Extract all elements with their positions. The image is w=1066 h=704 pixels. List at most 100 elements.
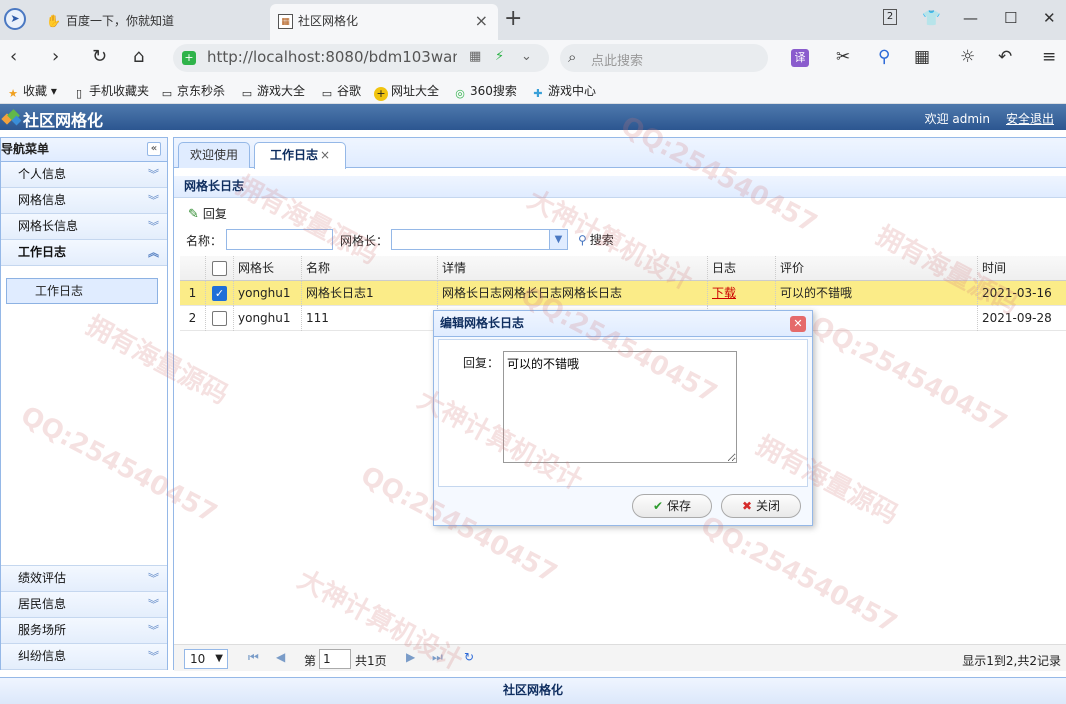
sites-icon: +	[374, 87, 388, 101]
bookmark-mobile[interactable]: ▯ 手机收藏夹	[72, 82, 149, 101]
row-checkbox[interactable]	[212, 311, 227, 326]
reply-label: 回复	[202, 207, 227, 221]
sidebar-subitem-work-log[interactable]: 工作日志	[6, 278, 158, 304]
close-label: 关闭	[756, 499, 781, 513]
qr-code-icon[interactable]: ▦	[469, 49, 481, 64]
chevron-down-icon[interactable]: ⌄	[521, 49, 532, 64]
bookmark-360[interactable]: ◎ 360搜索	[453, 82, 517, 101]
maximize-window-icon[interactable]: ☐	[1004, 8, 1017, 28]
table-row[interactable]: 1 ✓ yonghu1 网格长日志1 网格长日志网格长日志网格长日志 下载 可以…	[180, 281, 1066, 306]
close-tab-icon[interactable]: ×	[475, 4, 488, 38]
sidebar-item-venues[interactable]: 服务场所 ︾	[1, 618, 167, 644]
reply-textarea[interactable]	[503, 351, 737, 463]
page-icon: ▭	[241, 87, 253, 100]
grid-header-row: 网格长 名称 详情 日志 评价 时间	[180, 256, 1066, 281]
column-header[interactable]: 名称	[302, 256, 438, 281]
refresh-icon[interactable]: ↻	[92, 47, 107, 67]
reply-button[interactable]: ✎ 回复	[188, 205, 227, 222]
leader-filter-select[interactable]: ▼	[391, 229, 568, 250]
save-button[interactable]: ✔ 保存	[632, 494, 712, 518]
forward-icon[interactable]: ›	[52, 47, 59, 67]
close-tab-icon[interactable]: ×	[320, 148, 330, 162]
undo-icon[interactable]: ↶	[998, 47, 1012, 67]
search-button[interactable]: ⚲ 搜索	[578, 231, 614, 248]
shirt-skin-icon[interactable]: 👕	[922, 8, 941, 28]
sidebar-item-grid-leader[interactable]: 网格长信息 ︾	[1, 214, 167, 240]
page-size-select[interactable]: 10 ▼	[184, 649, 228, 669]
home-icon[interactable]: ⌂	[133, 47, 144, 67]
chevron-down-icon: ︾	[148, 624, 159, 637]
lightning-icon[interactable]: ⚡	[495, 49, 504, 64]
menu-icon[interactable]: ≡	[1042, 47, 1056, 67]
url-field[interactable]: + http://localhost:8080/bdm103wanglu ▦ ⚡…	[173, 44, 549, 72]
next-page-icon[interactable]: ▶	[406, 650, 415, 664]
tab-welcome[interactable]: 欢迎使用	[178, 142, 250, 168]
select-all-checkbox[interactable]	[212, 261, 227, 276]
back-icon[interactable]: ‹	[10, 47, 17, 67]
column-header[interactable]: 时间	[978, 256, 1066, 281]
sidebar-item-label: 服务场所	[18, 623, 67, 637]
close-button[interactable]: ✖ 关闭	[721, 494, 801, 518]
browser-address-bar: ‹ › ↻ ⌂ + http://localhost:8080/bdm103wa…	[0, 40, 1066, 76]
column-header[interactable]: 日志	[708, 256, 776, 281]
first-page-icon[interactable]: ⏮	[248, 650, 259, 665]
download-link[interactable]: 下载	[712, 286, 736, 300]
bookmark-game-center[interactable]: ✚ 游戏中心	[531, 82, 596, 101]
360-icon: ◎	[455, 87, 465, 100]
minimize-window-icon[interactable]: —	[963, 8, 978, 28]
name-filter-input[interactable]	[226, 229, 333, 250]
bookmark-jd[interactable]: ▭ 京东秒杀	[160, 82, 225, 101]
content-tabs: 欢迎使用 工作日志 ×	[174, 138, 1066, 169]
column-header[interactable]: 网格长	[234, 256, 302, 281]
collapse-sidebar-icon[interactable]: «	[147, 142, 161, 156]
translate-icon[interactable]: 译	[791, 49, 809, 67]
cell-detail: 网格长日志网格长日志网格长日志	[438, 281, 708, 306]
cell-leader: yonghu1	[234, 281, 302, 306]
bookmark-label: 收藏	[23, 84, 48, 98]
row-number-header	[180, 256, 206, 281]
row-checkbox[interactable]: ✓	[212, 286, 227, 301]
sidebar-item-grid[interactable]: 网格信息 ︾	[1, 188, 167, 214]
column-header[interactable]: 详情	[438, 256, 708, 281]
browser-tab-active[interactable]: ▦ 社区网格化 ×	[270, 4, 498, 40]
logout-link[interactable]: 安全退出	[1006, 110, 1054, 127]
secure-shield-icon: +	[182, 51, 196, 65]
chevron-down-icon: ▼	[549, 230, 567, 249]
chevron-down-icon: ︾	[148, 650, 159, 663]
close-window-icon[interactable]: ✕	[1043, 8, 1056, 28]
url-text[interactable]: http://localhost:8080/bdm103wanglu	[207, 48, 457, 66]
tab-work-log[interactable]: 工作日志 ×	[254, 142, 346, 169]
browser-search-box[interactable]: ⌕ 点此搜索	[560, 44, 768, 72]
bookmark-favorites[interactable]: ★ 收藏 ▾	[6, 82, 57, 101]
new-tab-button[interactable]: +	[504, 6, 522, 32]
chevron-down-icon: ▼	[215, 653, 223, 664]
bookmark-google[interactable]: ▭ 谷歌	[320, 82, 361, 101]
sidebar-item-label: 绩效评估	[18, 571, 67, 585]
sidebar-item-performance[interactable]: 绩效评估 ︾	[1, 566, 167, 592]
brightness-icon[interactable]: ☼	[960, 47, 975, 67]
column-header[interactable]: 评价	[776, 256, 978, 281]
save-label: 保存	[667, 499, 692, 513]
row-select-cell	[206, 306, 234, 331]
sidebar-item-disputes[interactable]: 纠纷信息 ︾	[1, 644, 167, 670]
close-icon[interactable]: ✕	[790, 316, 806, 332]
sidebar-item-work-log[interactable]: 工作日志 ︽	[1, 240, 167, 266]
sidebar-item-personal[interactable]: 个人信息 ︾	[1, 162, 167, 188]
bookmark-games[interactable]: ▭ 游戏大全	[240, 82, 305, 101]
grid-apps-icon[interactable]: ▦	[914, 47, 930, 67]
sidebar-item-residents[interactable]: 居民信息 ︾	[1, 592, 167, 618]
pagination-bar: 10 ▼ ⏮ ◀ 第 1 共1页 ▶ ⏭ ↻ 显示1到2,共2记录	[174, 644, 1066, 671]
last-page-icon[interactable]: ⏭	[432, 650, 443, 665]
cell-name: 网格长日志1	[302, 281, 438, 306]
scissors-icon[interactable]: ✂	[836, 47, 850, 67]
magnifier-icon[interactable]: ⚲	[878, 47, 890, 67]
reply-field-label: 回复：	[463, 356, 500, 370]
page-number-input[interactable]: 1	[319, 649, 351, 669]
prev-page-icon[interactable]: ◀	[276, 650, 285, 664]
refresh-icon[interactable]: ↻	[464, 650, 474, 664]
tab-count-badge[interactable]: 2	[883, 9, 897, 25]
browser-tab-baidu[interactable]: ✋ 百度一下，你就知道	[38, 4, 268, 40]
bookmark-sites[interactable]: + 网址大全	[374, 82, 439, 101]
bookmark-label: 手机收藏夹	[89, 84, 150, 98]
cell-name: 111	[302, 306, 438, 331]
